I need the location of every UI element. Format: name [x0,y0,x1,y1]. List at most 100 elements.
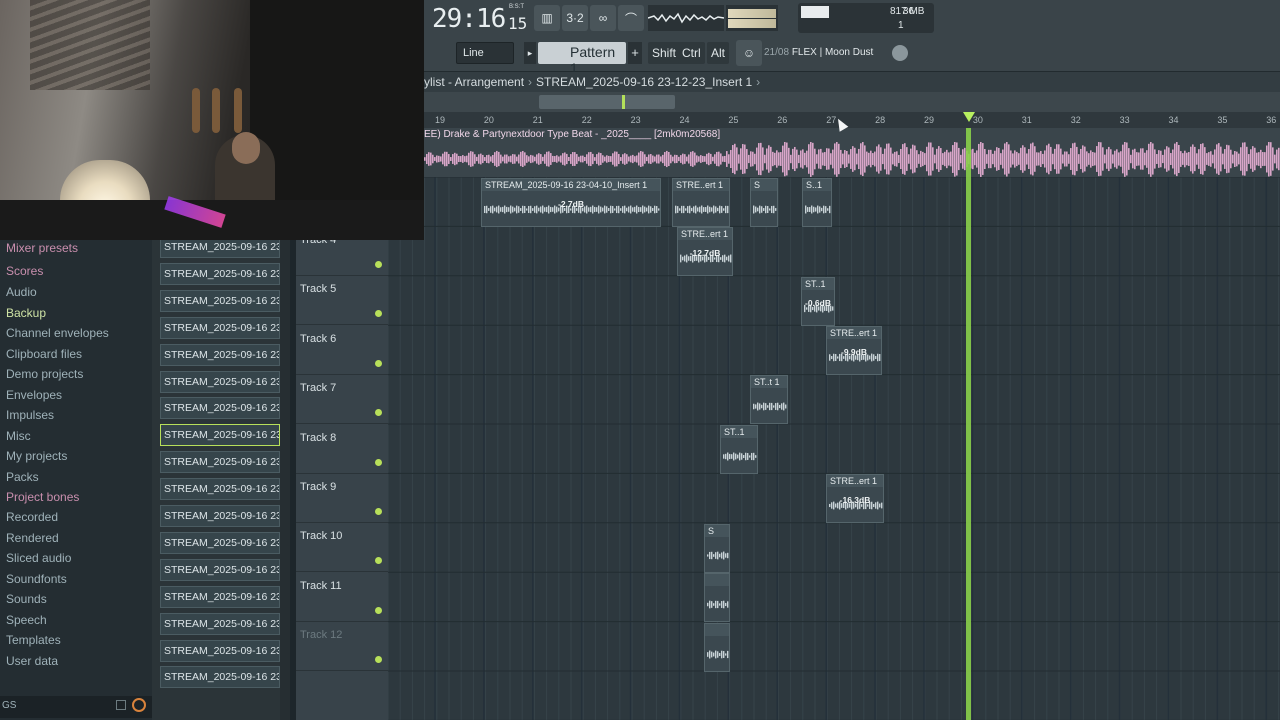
browser-item[interactable]: Rendered [6,531,59,545]
picker-clip-item[interactable]: STREAM_2025-09-16 23-... [160,289,280,312]
timeline-ruler[interactable]: 19 20 21 22 23 24 25 26 27 28 29 30 31 32 33 34 35 36 [424,112,1280,128]
browser-item[interactable]: Soundfonts [6,572,67,586]
picker-clip-item[interactable]: STREAM_2025-09-16 23-... [160,612,280,635]
track-header[interactable]: Track 7 [296,375,388,425]
browser-item[interactable]: Sounds [6,592,47,606]
browser-item[interactable]: My projects [6,449,67,463]
browser-item[interactable]: Sliced audio [6,551,71,565]
browser-item[interactable]: Clipboard files [6,347,82,361]
picker-clip-item[interactable]: STREAM_2025-09-16 23-... [160,531,280,554]
playlist-clip[interactable]: STRE..ert 1 -16.3dB [826,474,884,523]
picker-clip-item[interactable]: STREAM_2025-09-16 23-... [160,370,280,393]
clip-waveform [829,501,883,510]
add-pattern-button[interactable]: + [628,42,642,64]
browser-item[interactable]: Project bones [6,490,79,504]
master-level-meter [726,5,778,31]
loop-record-icon[interactable]: ∞ [590,5,616,31]
track-mute-led[interactable] [375,606,382,614]
picker-clip-item[interactable]: STREAM_2025-09-16 23-... [160,666,280,689]
picker-clip-item[interactable]: STREAM_2025-09-16 23-... [160,316,280,339]
playlist-clip[interactable]: STREAM_2025-09-16 23-04-10_Insert 1 -2.7d… [481,178,661,227]
browser-item[interactable]: Backup [6,306,46,320]
snap-select[interactable]: Line [456,42,514,64]
track-mute-led[interactable] [375,458,382,466]
playlist-clip[interactable] [704,573,730,622]
playlist-clip[interactable]: ST..1 [720,425,758,474]
browser-item[interactable]: Speech [6,613,47,627]
browser-item[interactable]: Audio [6,285,37,299]
picker-clip-item[interactable]: STREAM_2025-09-16 23-... [160,558,280,581]
countdown-icon[interactable]: 3·2 [562,5,588,31]
picker-clip-item[interactable]: STREAM_2025-09-16 23-... [160,478,280,501]
track-mute-led[interactable] [375,409,382,417]
browser-item[interactable]: Mixer presets [6,241,78,255]
track-mute-led[interactable] [375,557,382,565]
track-header[interactable]: Track 8 [296,425,388,474]
picker-clip-item[interactable]: STREAM_2025-09-16 23-... [160,262,280,285]
track-header[interactable]: Track 9 [296,474,388,523]
clip-title: ST..t 1 [751,376,787,388]
playlist-clip[interactable]: STRE..ert 1 -9.9dB [826,326,882,375]
browser-item[interactable]: Packs [6,470,39,484]
track-header[interactable]: Track 12 [296,622,388,672]
shift-key-button[interactable]: Shift [648,42,681,64]
picker-clip-item[interactable]: STREAM_2025-09-16 23-... [160,397,280,420]
track-header[interactable]: Track 6 [296,326,388,375]
browser-item[interactable]: Recorded [6,510,58,524]
metronome-icon[interactable]: ⌒ [618,5,644,31]
track-header[interactable]: Track 10 [296,523,388,573]
browser-item[interactable]: Envelopes [6,388,62,402]
track-mute-led[interactable] [375,310,382,318]
alt-key-button[interactable]: Alt [707,42,730,64]
picker-clip-item[interactable]: STREAM_2025-09-16 23-... [160,343,280,366]
track-mute-led[interactable] [375,359,382,367]
ctrl-key-button[interactable]: Ctrl [678,42,705,64]
browser-item[interactable]: User data [6,654,58,668]
picker-clip-item[interactable]: STREAM_2025-09-16 23-... [160,585,280,608]
ruler-bar-number: 36 [1266,115,1277,125]
picker-clip-item[interactable]: STREAM_2025-09-16 23-... [160,505,280,527]
ruler-bar-number: 31 [1021,115,1032,125]
news-globe-icon[interactable] [892,45,908,61]
playhead-marker[interactable] [963,112,975,122]
picker-scrollbar[interactable] [280,240,290,720]
track-mute-led[interactable] [375,656,382,664]
track-header[interactable]: Track 11 [296,573,388,622]
main-toolbar: 29:16 15 B:S:T ▥ 3·2 ∞ ⌒ 36 817 MB 1 Lin… [424,0,1280,76]
audio-clip-track-1[interactable]: EE) Drake & Partynextdoor Type Beat - _2… [424,128,1280,177]
playlist-clip[interactable]: STRE..ert 1 -12.7dB [677,227,733,276]
playlist-clip[interactable] [704,623,730,672]
track-header[interactable]: Track 5 [296,276,388,326]
browser-item[interactable]: Impulses [6,408,54,422]
playhead-line [966,128,971,720]
picker-clip-item[interactable]: STREAM_2025-09-16 23-... [160,451,280,474]
browser-item[interactable]: Templates [6,633,61,647]
playlist-clip[interactable]: ST..1 -0.6dB [801,277,835,326]
song-time-display[interactable]: 29:16 [432,4,506,34]
browser-item[interactable]: Scores [6,264,43,278]
picker-clip-item[interactable]: STREAM_2025-09-16 23-... [160,424,280,447]
track-mute-led[interactable] [375,261,382,268]
browser-item[interactable]: Channel envelopes [6,326,109,340]
search-icon[interactable] [132,698,146,712]
clip-title: S..1 [803,179,831,191]
pattern-selector[interactable]: Pattern 1 [538,42,626,76]
plugin-picker-icon[interactable]: ☺ [736,40,762,66]
playlist-clip[interactable]: S [750,178,778,227]
overview-thumb[interactable] [539,95,675,109]
playlist-overview-scroller[interactable] [424,92,1280,112]
playlist-clip[interactable]: S..1 [802,178,832,227]
playlist-clip[interactable]: ST..t 1 [750,375,788,424]
breadcrumb-window[interactable]: ylist - Arrangement [424,75,524,89]
breadcrumb-clip[interactable]: STREAM_2025-09-16 23-12-23_Insert 1 [536,75,752,89]
browser-search-bar[interactable]: GS [0,696,152,718]
folder-icon[interactable] [116,700,126,710]
typing-keyboard-icon[interactable]: ▥ [534,5,560,31]
pattern-prev-arrow[interactable]: ▸ [524,42,536,64]
playlist-clip[interactable]: STRE..ert 1 [672,178,730,227]
browser-item[interactable]: Misc [6,429,31,443]
browser-item[interactable]: Demo projects [6,367,83,381]
playlist-clip[interactable]: S [704,524,730,573]
picker-clip-item[interactable]: STREAM_2025-09-16 23-... [160,639,280,662]
track-mute-led[interactable] [375,508,382,515]
